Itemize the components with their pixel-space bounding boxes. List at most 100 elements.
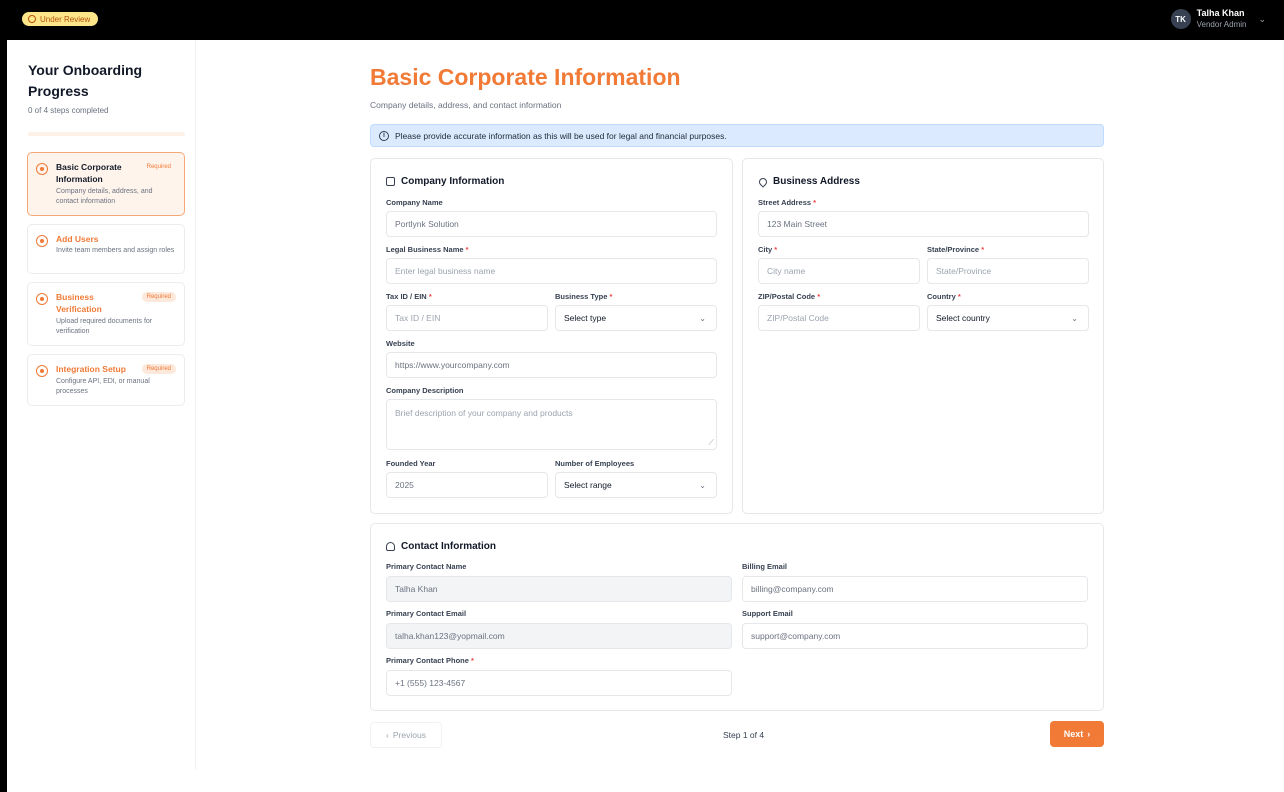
legal-name-input[interactable]: Enter legal business name (386, 258, 717, 284)
description-textarea[interactable]: Brief description of your company and pr… (386, 399, 717, 450)
card-title: Business Address (757, 175, 860, 188)
billing-email-input[interactable]: billing@company.com (742, 576, 1088, 602)
step-desc: Invite team members and assign roles (56, 247, 175, 254)
page-subtitle: Company details, address, and contact in… (370, 100, 562, 110)
website-input[interactable]: https://www.yourcompany.com (386, 352, 717, 378)
step-title: Integration Setup (56, 364, 126, 374)
chevron-down-icon[interactable]: ⌄ (1258, 14, 1266, 25)
step-desc: Upload required documents for verificati… (56, 318, 153, 335)
tax-id-input[interactable]: Tax ID / EIN (386, 305, 548, 331)
country-select[interactable]: Select country ⌄ (927, 305, 1089, 331)
tax-id-label: Tax ID / EIN * (386, 292, 432, 301)
building-icon (386, 177, 395, 186)
contact-email-label: Primary Contact Email (386, 609, 467, 618)
employees-select[interactable]: Select range ⌄ (555, 472, 717, 498)
user-role: Vendor Admin (1196, 20, 1247, 29)
notice-text: Please provide accurate information as t… (395, 130, 727, 141)
support-email-input[interactable]: support@company.com (742, 623, 1088, 649)
sidebar-title: Your Onboarding Progress (28, 62, 143, 99)
city-input[interactable]: City name (758, 258, 920, 284)
chevron-right-icon: › (1087, 729, 1091, 739)
info-notice: i Please provide accurate information as… (370, 124, 1104, 147)
step-title: Business Verification (56, 292, 102, 314)
user-icon (386, 542, 395, 551)
chevron-left-icon: ‹ (386, 730, 389, 740)
business-type-label: Business Type * (555, 292, 613, 301)
top-bar: Under Review TK Talha Khan Vendor Admin … (0, 0, 1284, 40)
contact-phone-input[interactable]: +1 (555) 123-4567 (386, 670, 732, 696)
status-label: Under Review (40, 14, 91, 24)
step-desc: Company details, address, and contact in… (56, 188, 153, 205)
business-address-card: Business Address Street Address * 123 Ma… (742, 158, 1104, 514)
street-input[interactable]: 123 Main Street (758, 211, 1089, 237)
card-title-text: Business Address (773, 176, 860, 187)
street-label: Street Address * (758, 198, 817, 207)
card-title: Company Information (386, 176, 504, 187)
company-name-label: Company Name (386, 198, 443, 207)
previous-button[interactable]: ‹ Previous (370, 722, 442, 748)
company-name-field[interactable]: Portlynk Solution (386, 211, 717, 237)
clock-icon (28, 15, 36, 23)
main-panel: Your Onboarding Progress 0 of 4 steps co… (7, 40, 1284, 792)
map-pin-icon (757, 175, 769, 188)
card-title-text: Contact Information (401, 541, 496, 552)
sidebar-progress-text: 0 of 4 steps completed (28, 106, 109, 115)
step-desc: Configure API, EDI, or manual processes (56, 378, 150, 395)
card-title-text: Company Information (401, 176, 505, 187)
contact-email-field[interactable]: talha.khan123@yopmail.com (386, 623, 732, 649)
step-title: Add Users (56, 234, 99, 244)
step-business-verification[interactable]: Business Verification Required Upload re… (27, 282, 185, 346)
card-title: Contact Information (386, 541, 496, 552)
support-email-label: Support Email (742, 609, 793, 618)
employees-label: Number of Employees (555, 459, 635, 468)
progress-bar (28, 132, 185, 136)
contact-phone-label: Primary Contact Phone * (386, 656, 474, 665)
billing-email-label: Billing Email (742, 562, 788, 571)
required-badge: Required (141, 364, 176, 374)
country-label: Country * (927, 292, 961, 301)
shield-icon (36, 293, 48, 305)
state-label: State/Province * (927, 245, 985, 254)
settings-icon (36, 365, 48, 377)
avatar[interactable]: TK (1170, 9, 1191, 29)
required-badge: Required (146, 164, 171, 170)
previous-label: Previous (392, 730, 426, 740)
step-basic-corporate[interactable]: Basic Corporate Information Required Com… (27, 152, 185, 216)
step-indicator: Step 1 of 4 (723, 730, 765, 740)
company-info-card: Company Information Company Name Portlyn… (370, 158, 733, 514)
users-icon (36, 235, 48, 247)
required-badge: Required (141, 292, 176, 302)
contact-info-card: Contact Information Primary Contact Name… (370, 523, 1104, 711)
next-button[interactable]: Next › (1050, 721, 1104, 747)
business-type-value: Select type (564, 313, 607, 323)
zip-input[interactable]: ZIP/Postal Code (758, 305, 920, 331)
building-icon (36, 163, 48, 175)
resize-handle-icon[interactable]: ⟋ (708, 438, 714, 448)
chevron-down-icon: ⌄ (1071, 313, 1078, 323)
info-icon: i (379, 130, 389, 141)
sidebar: Your Onboarding Progress 0 of 4 steps co… (7, 40, 196, 770)
country-value: Select country (936, 313, 990, 323)
step-add-users[interactable]: Add Users Invite team members and assign… (27, 224, 185, 274)
status-badge: Under Review (22, 12, 99, 26)
page-title: Basic Corporate Information (370, 64, 681, 90)
employees-value: Select range (564, 480, 612, 490)
founded-year-input[interactable]: 2025 (386, 472, 548, 498)
founded-year-label: Founded Year (386, 459, 436, 468)
description-label: Company Description (386, 386, 464, 395)
zip-label: ZIP/Postal Code * (758, 292, 821, 301)
chevron-down-icon: ⌄ (699, 313, 706, 323)
contact-name-field[interactable]: Talha Khan (386, 576, 732, 602)
next-label: Next (1063, 729, 1084, 739)
city-label: City * (758, 245, 778, 254)
state-input[interactable]: State/Province (927, 258, 1089, 284)
website-label: Website (386, 339, 415, 348)
step-integration-setup[interactable]: Integration Setup Required Configure API… (27, 354, 185, 406)
user-name: Talha Khan (1196, 8, 1245, 18)
business-type-select[interactable]: Select type ⌄ (555, 305, 717, 331)
chevron-down-icon: ⌄ (699, 480, 706, 490)
user-menu[interactable]: TK Talha Khan Vendor Admin ⌄ (1170, 8, 1266, 30)
legal-name-label: Legal Business Name * (386, 245, 469, 254)
description-placeholder: Brief description of your company and pr… (395, 408, 573, 418)
step-title: Basic Corporate Information (56, 162, 122, 184)
